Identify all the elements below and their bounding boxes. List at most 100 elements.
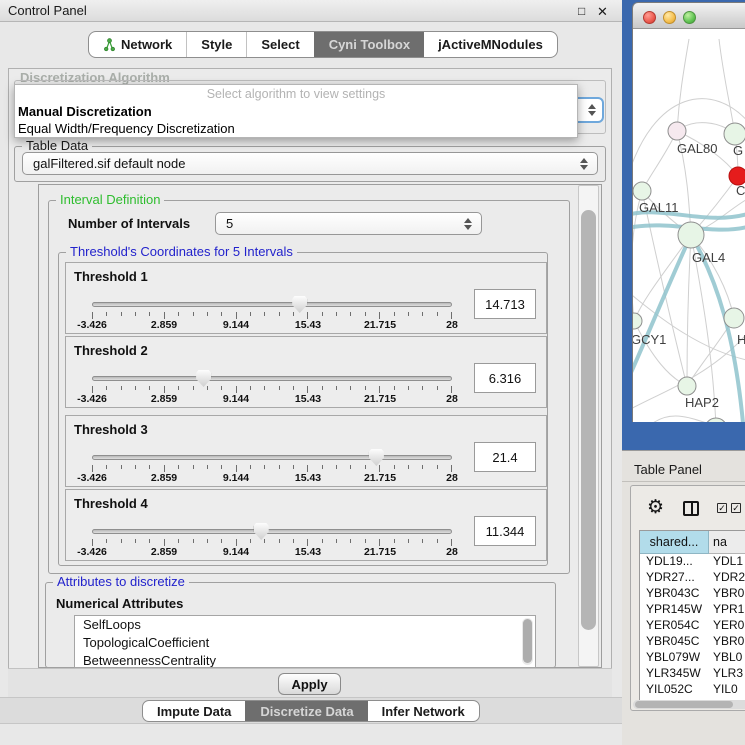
network-edge[interactable] (719, 39, 735, 134)
tab-cyni-toolbox-label: Cyni Toolbox (329, 37, 410, 52)
table-panel-title: Table Panel (634, 462, 702, 477)
network-node-gal80[interactable] (668, 122, 686, 140)
close-traffic-light-icon[interactable] (643, 11, 656, 24)
slider-scale-label: 28 (446, 472, 458, 484)
table-row[interactable]: YER054CYER0 (640, 618, 745, 634)
network-edge[interactable] (687, 235, 691, 386)
tab-impute-data[interactable]: Impute Data (143, 701, 245, 721)
column-header-shared-name[interactable]: shared... (640, 531, 709, 554)
network-node-gal4[interactable] (678, 222, 704, 248)
panel-title: Control Panel (8, 3, 87, 18)
tab-impute-data-label: Impute Data (157, 704, 231, 719)
network-edge[interactable] (653, 416, 716, 422)
network-view-window: GAL80GCGAL11GAL4GCY1HHAP2 (632, 2, 745, 422)
cell-name: YDR2 (709, 570, 745, 586)
combo-spinner-icon (580, 158, 588, 170)
scrollbar-thumb[interactable] (581, 210, 596, 630)
threshold-panel: Threshold 3-3.4262.8599.14415.4321.71528… (65, 415, 547, 487)
table-row[interactable]: YPR145WYPR1 (640, 602, 745, 618)
threshold-slider-thumb[interactable] (254, 523, 269, 540)
tab-style-label: Style (201, 37, 232, 52)
dropdown-option-manual-discretization[interactable]: Manual Discretization (18, 104, 152, 119)
apply-row: Apply (8, 668, 612, 697)
threshold-value-field[interactable]: 6.316 (474, 363, 536, 393)
table-row[interactable]: YDR27...YDR2 (640, 570, 745, 586)
threshold-slider-track[interactable] (92, 529, 452, 534)
combo-spinner-icon (588, 104, 596, 116)
desktop-background: GAL80GCGAL11GAL4GCY1HHAP2 (622, 0, 745, 450)
minimize-traffic-light-icon[interactable] (663, 11, 676, 24)
table-row[interactable]: YBL079WYBL0 (640, 650, 745, 666)
bottom-tab-bar: Impute Data Discretize Data Infer Networ… (142, 700, 480, 722)
network-node-gcy1[interactable] (633, 313, 642, 329)
threshold-value-field[interactable]: 11.344 (474, 516, 536, 546)
zoom-traffic-light-icon[interactable] (683, 11, 696, 24)
network-node-label: HAP2 (685, 395, 719, 410)
threshold-slider-track[interactable] (92, 302, 452, 307)
network-node-label: GAL80 (677, 141, 717, 156)
threshold-value-field[interactable]: 14.713 (474, 289, 536, 319)
scrollbar-thumb[interactable] (523, 619, 532, 663)
numerical-attributes-list[interactable]: SelfLoopsTopologicalCoefficientBetweenne… (74, 615, 536, 668)
network-node-gal11[interactable] (633, 182, 651, 200)
split-panel-icon[interactable] (683, 501, 699, 516)
attribute-list-item[interactable]: TopologicalCoefficient (75, 634, 535, 652)
algorithm-dropdown-popup: Select algorithm to view settings Manual… (14, 84, 578, 138)
threshold-value-field[interactable]: 21.4 (474, 442, 536, 472)
num-intervals-combobox[interactable]: 5 (215, 212, 482, 235)
tab-jactivemnodules[interactable]: jActiveMNodules (424, 32, 557, 57)
network-node-label: GAL4 (692, 250, 725, 265)
top-tab-bar: Network Style Select Cyni Toolbox jActiv… (88, 31, 558, 58)
slider-scale-label: 21.715 (364, 319, 396, 331)
table-row[interactable]: YIL052CYIL0 (640, 682, 745, 698)
network-canvas[interactable]: GAL80GCGAL11GAL4GCY1HHAP2 (633, 29, 745, 422)
checkbox-icon[interactable]: ✓ (717, 503, 727, 513)
threshold-slider-track[interactable] (92, 455, 452, 460)
table-horizontal-scrollbar[interactable] (633, 700, 745, 709)
scrollbar-thumb[interactable] (635, 701, 733, 708)
checkbox-icon[interactable]: ✓ (731, 503, 741, 513)
network-canvas-svg: GAL80GCGAL11GAL4GCY1HHAP2 (633, 29, 745, 422)
network-edge[interactable] (677, 39, 689, 131)
table-data-value: galFiltered.sif default node (33, 156, 185, 171)
table-data-combobox[interactable]: galFiltered.sif default node (22, 152, 598, 175)
close-icon[interactable]: ✕ (597, 4, 608, 20)
network-edge[interactable] (642, 191, 687, 386)
threshold-slider-thumb[interactable] (196, 370, 211, 387)
table-row[interactable]: YLR345WYLR3 (640, 666, 745, 682)
tab-style[interactable]: Style (186, 32, 246, 57)
cell-name: YIL0 (709, 682, 745, 698)
slider-scale-label: 21.715 (364, 393, 396, 405)
threshold-slider-thumb[interactable] (292, 296, 307, 313)
tab-cyni-toolbox[interactable]: Cyni Toolbox (314, 32, 424, 57)
network-node[interactable] (705, 418, 727, 422)
tab-discretize-data[interactable]: Discretize Data (245, 701, 367, 721)
network-node-hap2[interactable] (678, 377, 696, 395)
slider-scale-label: -3.426 (77, 472, 107, 484)
tab-select[interactable]: Select (246, 32, 313, 57)
apply-button[interactable]: Apply (278, 673, 341, 695)
attribute-list-item[interactable]: SelfLoops (75, 616, 535, 634)
threshold-slider-track[interactable] (92, 376, 452, 381)
network-node-h[interactable] (724, 308, 744, 328)
float-window-icon[interactable]: □ (578, 4, 585, 18)
gear-icon[interactable]: ⚙ (647, 498, 664, 517)
table-row[interactable]: YDL19...YDL1 (640, 554, 745, 570)
network-edge[interactable] (642, 131, 677, 191)
cell-shared-name: YBL079W (640, 650, 709, 666)
thresholds-group-title: Threshold's Coordinates for 5 Intervals (66, 244, 297, 259)
threshold-slider-thumb[interactable] (369, 449, 384, 466)
dropdown-placeholder-option[interactable]: Select algorithm to view settings (15, 87, 577, 101)
list-scrollbar[interactable] (522, 618, 533, 665)
tab-infer-network[interactable]: Infer Network (368, 701, 479, 721)
tab-network[interactable]: Network (89, 32, 186, 57)
attribute-list-item[interactable]: BetweennessCentrality (75, 652, 535, 668)
table-row[interactable]: YBR045CYBR0 (640, 634, 745, 650)
network-edge[interactable] (634, 235, 691, 321)
dropdown-option-equal-width-frequency[interactable]: Equal Width/Frequency Discretization (18, 121, 235, 136)
settings-vertical-scrollbar[interactable] (578, 185, 599, 667)
table-row[interactable]: YBR043CYBR0 (640, 586, 745, 602)
column-header-name[interactable]: na (709, 531, 745, 554)
slider-scale-label: 15.43 (295, 319, 321, 331)
network-node-g[interactable] (724, 123, 745, 145)
